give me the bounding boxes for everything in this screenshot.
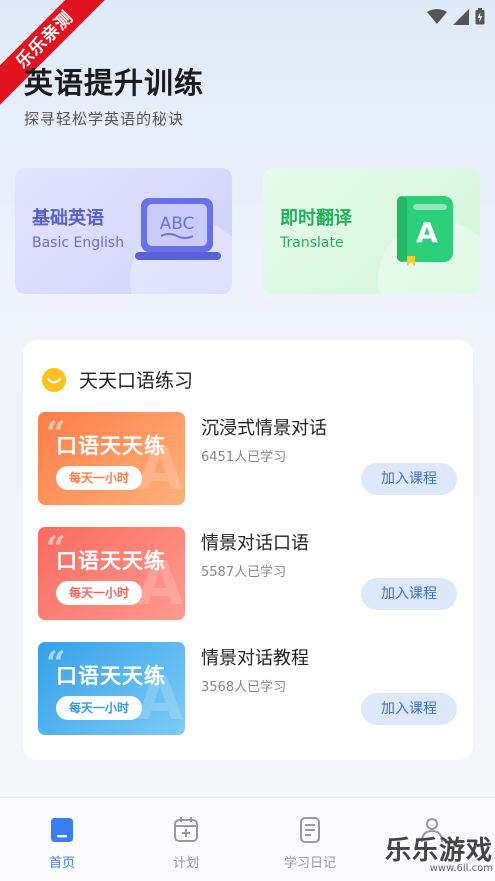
thumbnail-title: 口语天天练 — [56, 434, 166, 458]
diary-icon — [300, 817, 320, 843]
card-subtitle: Basic English — [32, 235, 125, 251]
home-icon — [51, 818, 73, 842]
learner-count: 3568人已学习 — [201, 680, 287, 695]
translate-card[interactable]: 即时翻译 Translate A — [263, 168, 480, 294]
book-a-icon: A — [397, 196, 453, 266]
tab-label: 首页 — [48, 856, 75, 871]
tab-label: 计划 — [172, 856, 199, 871]
course-thumbnail: “ A 口语天天练 每天一小时 — [38, 527, 185, 620]
course-item[interactable]: “ A 口语天天练 每天一小时 沉浸式情景对话 6451人已学习 加入课程 — [38, 412, 458, 507]
wifi-icon — [427, 8, 447, 24]
join-course-button[interactable]: 加入课程 — [361, 463, 457, 495]
tab-plan[interactable]: 计划 — [146, 816, 226, 871]
thumbnail-title: 口语天天练 — [56, 664, 166, 688]
course-thumbnail: “ A 口语天天练 每天一小时 — [38, 412, 185, 505]
thumbnail-pill: 每天一小时 — [56, 581, 142, 605]
course-item[interactable]: “ A 口语天天练 每天一小时 情景对话口语 5587人已学习 加入课程 — [38, 527, 458, 622]
join-course-button[interactable]: 加入课程 — [361, 578, 457, 610]
learner-count: 5587人已学习 — [201, 565, 287, 580]
thumbnail-pill: 每天一小时 — [56, 466, 142, 490]
course-name: 情景对话口语 — [201, 533, 309, 554]
thumbnail-pill: 每天一小时 — [56, 696, 142, 720]
card-title: 即时翻译 — [280, 208, 352, 229]
battery-icon — [475, 8, 485, 25]
course-name: 沉浸式情景对话 — [201, 418, 327, 439]
course-name: 情景对话教程 — [201, 648, 309, 669]
page-subtitle: 探寻轻松学英语的秘诀 — [24, 110, 185, 128]
tab-study-diary[interactable]: 学习日记 — [270, 816, 350, 871]
svg-text:ABC: ABC — [160, 214, 195, 234]
panel-header: 天天口语练习 — [41, 366, 193, 393]
panel-title: 天天口语练习 — [79, 370, 194, 392]
page-title: 英语提升训练 — [24, 66, 205, 100]
watermark-text: 乐乐游戏 — [384, 836, 493, 866]
laptop-abc-icon: ABC — [135, 198, 221, 260]
basic-english-card[interactable]: 基础英语 Basic English ABC — [15, 168, 232, 294]
status-icons — [427, 8, 485, 25]
card-title: 基础英语 — [32, 208, 104, 229]
thumbnail-title: 口语天天练 — [56, 549, 166, 573]
learner-count: 6451人已学习 — [201, 450, 287, 465]
site-watermark: 乐乐游戏 www.6ll.com — [385, 830, 493, 874]
tab-label: 学习日记 — [283, 856, 336, 871]
join-course-button[interactable]: 加入课程 — [361, 693, 457, 725]
oral-practice-panel: 天天口语练习 “ A 口语天天练 每天一小时 沉浸式情景对话 6451人已学习 … — [23, 340, 473, 760]
signal-icon — [453, 8, 469, 25]
smile-icon — [42, 367, 66, 392]
svg-text:A: A — [416, 216, 438, 249]
card-subtitle: Translate — [280, 235, 344, 251]
course-item[interactable]: “ A 口语天天练 每天一小时 情景对话教程 3568人已学习 加入课程 — [38, 642, 458, 737]
calendar-plus-icon — [174, 817, 198, 842]
course-thumbnail: “ A 口语天天练 每天一小时 — [38, 642, 185, 735]
tab-home[interactable]: 首页 — [22, 816, 102, 871]
